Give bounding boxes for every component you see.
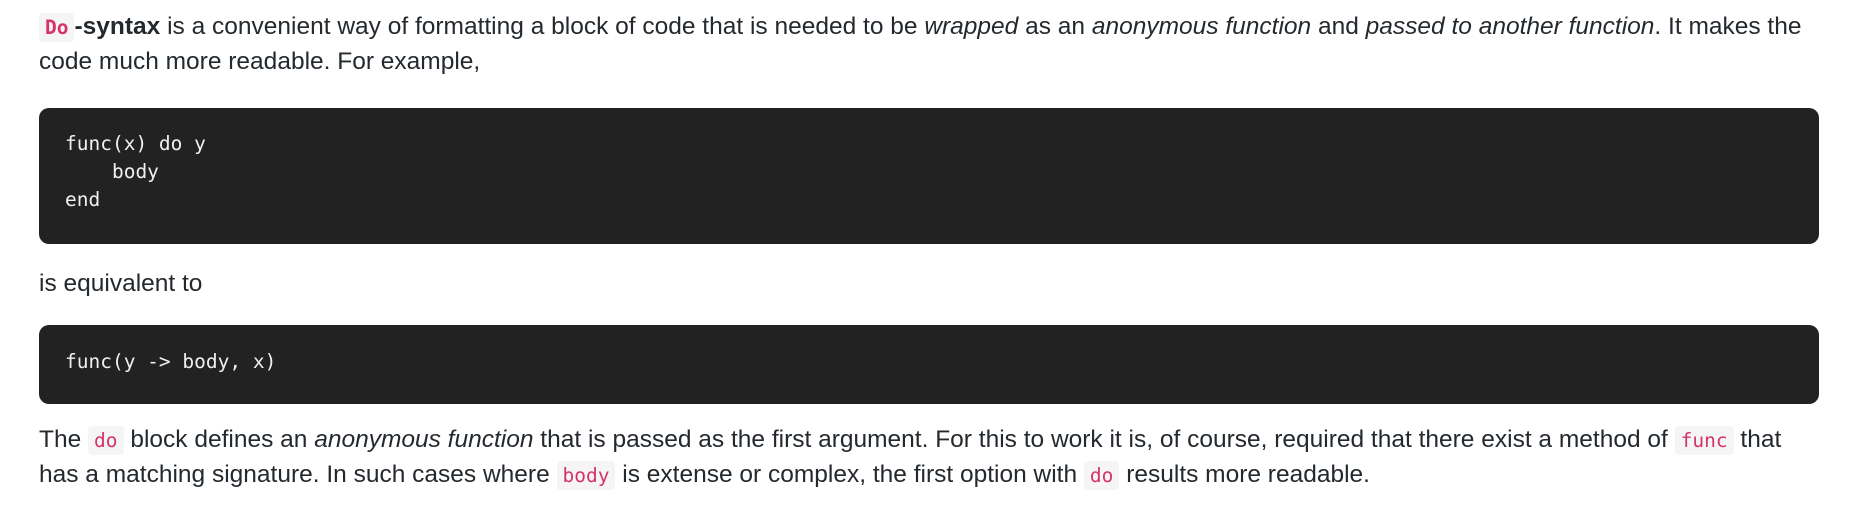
intro-text-2: as an [1018,13,1092,40]
intro-paragraph: Do -syntax is a convenient way of formatt… [39,10,1819,79]
explain-text-5: is extense or complex, the first option … [615,461,1084,488]
code-block-anonymous-function: func(y -> body, x) [39,325,1819,404]
intro-text-1: is a convenient way of formatting a bloc… [160,13,925,40]
intro-text-3: and [1311,13,1366,40]
inline-code-do-keyword: do [88,426,124,455]
explain-text-3: that is passed as the first argument. Fo… [533,426,1675,453]
emphasis-passed-to-another-function: passed to another function [1365,13,1655,40]
emphasis-anonymous-function: anonymous function [1091,13,1312,40]
equivalence-paragraph: is equivalent to [39,270,203,297]
explanation-paragraph: The do block defines an anonymous functi… [39,423,1819,493]
emphasis-wrapped: wrapped [924,13,1019,40]
inline-code-do-keyword-2: do [1083,461,1120,490]
inline-code-func: func [1674,426,1734,455]
explain-text-1: The [39,426,89,453]
inline-code-do: Do [39,13,75,42]
explain-text-6: results more readable. [1119,461,1370,488]
document-content: Do -syntax is a convenient way of formatt… [0,0,1858,493]
code-block-do-syntax: func(x) do y body end [39,108,1819,244]
emphasis-anonymous-function-2: anonymous function [314,426,534,453]
syntax-bold-text: -syntax [74,13,161,40]
inline-code-body: body [556,461,616,490]
explain-text-2: block defines an [123,426,315,453]
